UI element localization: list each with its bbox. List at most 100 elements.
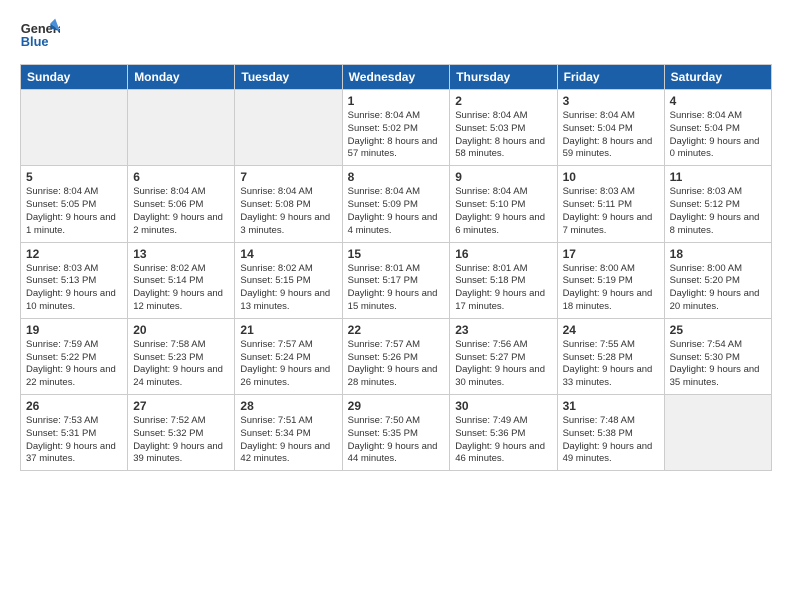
calendar-day-cell: 28 Sunrise: 7:51 AM Sunset: 5:34 PM Dayli… xyxy=(235,395,342,471)
calendar-day-cell: 12 Sunrise: 8:03 AM Sunset: 5:13 PM Dayli… xyxy=(21,242,128,318)
day-info: Sunrise: 8:04 AM Sunset: 5:08 PM Dayligh… xyxy=(240,186,336,237)
calendar-day-cell: 2 Sunrise: 8:04 AM Sunset: 5:03 PM Daylig… xyxy=(450,90,557,166)
day-info: Sunrise: 8:02 AM Sunset: 5:14 PM Dayligh… xyxy=(133,263,229,314)
calendar-weekday-header: Friday xyxy=(557,65,664,90)
calendar-week-row: 12 Sunrise: 8:03 AM Sunset: 5:13 PM Dayli… xyxy=(21,242,772,318)
day-number: 8 xyxy=(348,170,445,184)
day-info: Sunrise: 8:04 AM Sunset: 5:05 PM Dayligh… xyxy=(26,186,122,237)
calendar-day-cell: 4 Sunrise: 8:04 AM Sunset: 5:04 PM Daylig… xyxy=(664,90,771,166)
day-info: Sunrise: 8:00 AM Sunset: 5:19 PM Dayligh… xyxy=(563,263,659,314)
logo-icon: General Blue xyxy=(20,16,60,54)
calendar-day-cell: 15 Sunrise: 8:01 AM Sunset: 5:17 PM Dayli… xyxy=(342,242,450,318)
day-number: 5 xyxy=(26,170,122,184)
calendar-day-cell: 24Sunrise: 7:55 AM Sunset: 5:28 PM Dayli… xyxy=(557,318,664,394)
day-number: 2 xyxy=(455,94,551,108)
day-info: Sunrise: 8:03 AM Sunset: 5:12 PM Dayligh… xyxy=(670,186,766,237)
day-number: 19 xyxy=(26,323,122,337)
calendar-day-cell: 30 Sunrise: 7:49 AM Sunset: 5:36 PM Dayli… xyxy=(450,395,557,471)
calendar-weekday-header: Tuesday xyxy=(235,65,342,90)
logo: General Blue xyxy=(20,16,60,54)
day-number: 1 xyxy=(348,94,445,108)
day-number: 25 xyxy=(670,323,766,337)
day-info: Sunrise: 8:01 AM Sunset: 5:18 PM Dayligh… xyxy=(455,263,551,314)
day-number: 29 xyxy=(348,399,445,413)
day-info: Sunrise: 8:01 AM Sunset: 5:17 PM Dayligh… xyxy=(348,263,445,314)
day-number: 31 xyxy=(563,399,659,413)
calendar-day-cell: 1 Sunrise: 8:04 AM Sunset: 5:02 PM Daylig… xyxy=(342,90,450,166)
day-number: 23 xyxy=(455,323,551,337)
calendar-week-row: 26 Sunrise: 7:53 AM Sunset: 5:31 PM Dayli… xyxy=(21,395,772,471)
calendar-week-row: 5 Sunrise: 8:04 AM Sunset: 5:05 PM Daylig… xyxy=(21,166,772,242)
day-info: Sunrise: 8:04 AM Sunset: 5:04 PM Dayligh… xyxy=(670,110,766,161)
calendar-header-row: SundayMondayTuesdayWednesdayThursdayFrid… xyxy=(21,65,772,90)
day-info: Sunrise: 7:53 AM Sunset: 5:31 PM Dayligh… xyxy=(26,415,122,466)
day-number: 9 xyxy=(455,170,551,184)
day-number: 28 xyxy=(240,399,336,413)
calendar-body: 1 Sunrise: 8:04 AM Sunset: 5:02 PM Daylig… xyxy=(21,90,772,471)
calendar-day-cell: 31Sunrise: 7:48 AM Sunset: 5:38 PM Dayli… xyxy=(557,395,664,471)
calendar-day-cell: 5 Sunrise: 8:04 AM Sunset: 5:05 PM Daylig… xyxy=(21,166,128,242)
calendar-day-cell: 18Sunrise: 8:00 AM Sunset: 5:20 PM Dayli… xyxy=(664,242,771,318)
day-info: Sunrise: 8:02 AM Sunset: 5:15 PM Dayligh… xyxy=(240,263,336,314)
day-number: 27 xyxy=(133,399,229,413)
calendar-day-cell: 27Sunrise: 7:52 AM Sunset: 5:32 PM Dayli… xyxy=(128,395,235,471)
calendar-day-cell: 22Sunrise: 7:57 AM Sunset: 5:26 PM Dayli… xyxy=(342,318,450,394)
day-number: 10 xyxy=(563,170,659,184)
day-number: 3 xyxy=(563,94,659,108)
day-info: Sunrise: 7:49 AM Sunset: 5:36 PM Dayligh… xyxy=(455,415,551,466)
day-info: Sunrise: 8:03 AM Sunset: 5:13 PM Dayligh… xyxy=(26,263,122,314)
day-number: 13 xyxy=(133,247,229,261)
calendar-day-cell xyxy=(235,90,342,166)
calendar-day-cell: 21Sunrise: 7:57 AM Sunset: 5:24 PM Dayli… xyxy=(235,318,342,394)
calendar-day-cell: 23 Sunrise: 7:56 AM Sunset: 5:27 PM Dayli… xyxy=(450,318,557,394)
calendar-day-cell: 11 Sunrise: 8:03 AM Sunset: 5:12 PM Dayli… xyxy=(664,166,771,242)
day-number: 15 xyxy=(348,247,445,261)
calendar-day-cell: 20 Sunrise: 7:58 AM Sunset: 5:23 PM Dayli… xyxy=(128,318,235,394)
calendar-weekday-header: Monday xyxy=(128,65,235,90)
day-info: Sunrise: 7:57 AM Sunset: 5:24 PM Dayligh… xyxy=(240,339,336,390)
day-number: 20 xyxy=(133,323,229,337)
day-number: 12 xyxy=(26,247,122,261)
day-info: Sunrise: 8:04 AM Sunset: 5:06 PM Dayligh… xyxy=(133,186,229,237)
calendar-day-cell: 10 Sunrise: 8:03 AM Sunset: 5:11 PM Dayli… xyxy=(557,166,664,242)
day-number: 16 xyxy=(455,247,551,261)
calendar-day-cell: 14Sunrise: 8:02 AM Sunset: 5:15 PM Dayli… xyxy=(235,242,342,318)
calendar-weekday-header: Saturday xyxy=(664,65,771,90)
day-info: Sunrise: 7:50 AM Sunset: 5:35 PM Dayligh… xyxy=(348,415,445,466)
calendar-weekday-header: Wednesday xyxy=(342,65,450,90)
day-info: Sunrise: 7:58 AM Sunset: 5:23 PM Dayligh… xyxy=(133,339,229,390)
calendar-week-row: 1 Sunrise: 8:04 AM Sunset: 5:02 PM Daylig… xyxy=(21,90,772,166)
day-number: 18 xyxy=(670,247,766,261)
calendar-table: SundayMondayTuesdayWednesdayThursdayFrid… xyxy=(20,64,772,471)
day-info: Sunrise: 8:03 AM Sunset: 5:11 PM Dayligh… xyxy=(563,186,659,237)
day-number: 26 xyxy=(26,399,122,413)
day-info: Sunrise: 8:04 AM Sunset: 5:09 PM Dayligh… xyxy=(348,186,445,237)
day-number: 6 xyxy=(133,170,229,184)
day-info: Sunrise: 8:04 AM Sunset: 5:04 PM Dayligh… xyxy=(563,110,659,161)
calendar-week-row: 19Sunrise: 7:59 AM Sunset: 5:22 PM Dayli… xyxy=(21,318,772,394)
day-info: Sunrise: 7:56 AM Sunset: 5:27 PM Dayligh… xyxy=(455,339,551,390)
calendar-day-cell: 6 Sunrise: 8:04 AM Sunset: 5:06 PM Daylig… xyxy=(128,166,235,242)
calendar-weekday-header: Thursday xyxy=(450,65,557,90)
day-info: Sunrise: 8:04 AM Sunset: 5:02 PM Dayligh… xyxy=(348,110,445,161)
day-number: 11 xyxy=(670,170,766,184)
day-info: Sunrise: 7:55 AM Sunset: 5:28 PM Dayligh… xyxy=(563,339,659,390)
calendar-day-cell: 7 Sunrise: 8:04 AM Sunset: 5:08 PM Daylig… xyxy=(235,166,342,242)
calendar-day-cell: 29 Sunrise: 7:50 AM Sunset: 5:35 PM Dayli… xyxy=(342,395,450,471)
calendar-day-cell: 17 Sunrise: 8:00 AM Sunset: 5:19 PM Dayli… xyxy=(557,242,664,318)
day-number: 4 xyxy=(670,94,766,108)
calendar-day-cell: 13 Sunrise: 8:02 AM Sunset: 5:14 PM Dayli… xyxy=(128,242,235,318)
svg-text:Blue: Blue xyxy=(21,34,49,49)
calendar-day-cell: 16 Sunrise: 8:01 AM Sunset: 5:18 PM Dayli… xyxy=(450,242,557,318)
day-info: Sunrise: 8:04 AM Sunset: 5:10 PM Dayligh… xyxy=(455,186,551,237)
calendar-day-cell: 25Sunrise: 7:54 AM Sunset: 5:30 PM Dayli… xyxy=(664,318,771,394)
day-number: 7 xyxy=(240,170,336,184)
day-number: 17 xyxy=(563,247,659,261)
day-info: Sunrise: 7:51 AM Sunset: 5:34 PM Dayligh… xyxy=(240,415,336,466)
day-number: 22 xyxy=(348,323,445,337)
day-number: 30 xyxy=(455,399,551,413)
page-header: General Blue xyxy=(20,16,772,54)
calendar-day-cell: 8 Sunrise: 8:04 AM Sunset: 5:09 PM Daylig… xyxy=(342,166,450,242)
day-info: Sunrise: 8:04 AM Sunset: 5:03 PM Dayligh… xyxy=(455,110,551,161)
calendar-day-cell xyxy=(664,395,771,471)
